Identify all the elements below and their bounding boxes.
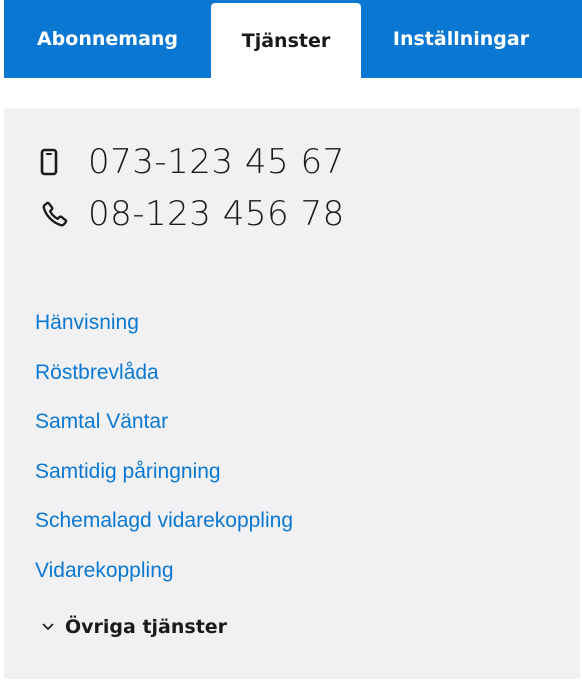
tab-tjanster[interactable]: Tjänster [211, 3, 361, 78]
chevron-down-icon [41, 620, 55, 634]
service-link-vidarekoppling[interactable]: Vidarekoppling [35, 554, 293, 604]
phone-handset-icon [40, 194, 72, 234]
tab-installningar[interactable]: Inställningar [361, 0, 561, 78]
mobile-number-row: 073-123 45 67 [40, 142, 345, 182]
tab-bar: Abonnemang Tjänster Inställningar [4, 0, 582, 78]
more-services-toggle[interactable]: Övriga tjänster [41, 616, 227, 638]
more-services-label: Övriga tjänster [65, 616, 228, 638]
landline-number-row: 08-123 456 78 [40, 194, 345, 234]
tab-abonnemang[interactable]: Abonnemang [4, 0, 211, 78]
mobile-number: 073-123 45 67 [88, 142, 345, 182]
service-link-schemalagd-vidarekoppling[interactable]: Schemalagd vidarekoppling [35, 504, 293, 554]
service-link-samtidig-paringning[interactable]: Samtidig påringning [35, 455, 293, 505]
service-link-samtal-vantar[interactable]: Samtal Väntar [35, 405, 293, 455]
service-link-rostbrevlada[interactable]: Röstbrevlåda [35, 356, 293, 406]
mobile-phone-icon [40, 142, 72, 182]
services-list: Hänvisning Röstbrevlåda Samtal Väntar Sa… [35, 306, 293, 604]
landline-number: 08-123 456 78 [88, 194, 345, 234]
services-panel: 073-123 45 67 08-123 456 78 Hänvisning R… [4, 108, 580, 679]
service-link-hanvisning[interactable]: Hänvisning [35, 306, 293, 356]
